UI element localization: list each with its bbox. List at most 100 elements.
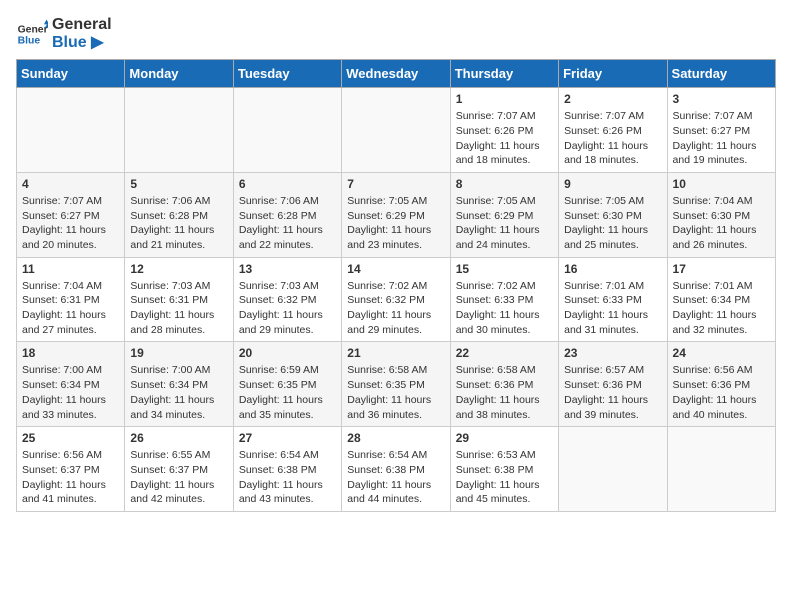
day-info: Sunrise: 6:56 AM Sunset: 6:36 PM Dayligh… [673,363,770,422]
day-number: 14 [347,262,444,276]
day-number: 24 [673,346,770,360]
calendar-table: SundayMondayTuesdayWednesdayThursdayFrid… [16,59,776,512]
calendar-cell: 21Sunrise: 6:58 AM Sunset: 6:35 PM Dayli… [342,342,450,427]
svg-text:General: General [18,24,48,35]
logo-icon: General Blue [16,18,48,50]
calendar-cell: 1Sunrise: 7:07 AM Sunset: 6:26 PM Daylig… [450,88,558,173]
day-info: Sunrise: 7:03 AM Sunset: 6:31 PM Dayligh… [130,279,227,338]
day-info: Sunrise: 7:02 AM Sunset: 6:33 PM Dayligh… [456,279,553,338]
day-info: Sunrise: 6:58 AM Sunset: 6:36 PM Dayligh… [456,363,553,422]
calendar-cell [17,88,125,173]
calendar-cell: 29 Sunrise: 6:53 AM Sunset: 6:38 PM Dayli… [450,427,558,512]
calendar-cell: 24 Sunrise: 6:56 AM Sunset: 6:36 PM Dayli… [667,342,775,427]
calendar-cell: 16 Sunrise: 7:01 AM Sunset: 6:33 PM Dayli… [559,257,667,342]
day-info: Sunrise: 6:57 AM Sunset: 6:36 PM Dayligh… [564,363,661,422]
calendar-cell: 4 Sunrise: 7:07 AM Sunset: 6:27 PM Daylig… [17,172,125,257]
day-header-wednesday: Wednesday [342,60,450,88]
calendar-cell: 26 Sunrise: 6:55 AM Sunset: 6:37 PM Dayli… [125,427,233,512]
day-info: Sunrise: 6:55 AM Sunset: 6:37 PM Dayligh… [130,448,227,507]
calendar-cell: 9 Sunrise: 7:05 AM Sunset: 6:30 PM Daylig… [559,172,667,257]
day-info: Sunrise: 7:05 AM Sunset: 6:30 PM Dayligh… [564,194,661,253]
day-info: Sunrise: 7:07 AM Sunset: 6:27 PM Dayligh… [22,194,119,253]
calendar-cell [559,427,667,512]
calendar-cell: 13 Sunrise: 7:03 AM Sunset: 6:32 PM Dayli… [233,257,341,342]
day-info: Sunrise: 7:04 AM Sunset: 6:30 PM Dayligh… [673,194,770,253]
day-number: 15 [456,262,553,276]
day-info: Sunrise: 7:07 AM Sunset: 6:27 PM Dayligh… [673,109,770,168]
day-number: 27 [239,431,336,445]
day-number: 13 [239,262,336,276]
day-number: 26 [130,431,227,445]
calendar-cell [667,427,775,512]
day-info: Sunrise: 7:01 AM Sunset: 6:33 PM Dayligh… [564,279,661,338]
day-info: Sunrise: 7:02 AM Sunset: 6:32 PM Dayligh… [347,279,444,338]
day-info: Sunrise: 6:59 AM Sunset: 6:35 PM Dayligh… [239,363,336,422]
calendar-body: 1Sunrise: 7:07 AM Sunset: 6:26 PM Daylig… [17,88,776,512]
day-info: Sunrise: 6:58 AM Sunset: 6:35 PM Dayligh… [347,363,444,422]
day-number: 9 [564,177,661,191]
day-info: Sunrise: 7:03 AM Sunset: 6:32 PM Dayligh… [239,279,336,338]
day-info: Sunrise: 7:04 AM Sunset: 6:31 PM Dayligh… [22,279,119,338]
calendar-cell: 7 Sunrise: 7:05 AM Sunset: 6:29 PM Daylig… [342,172,450,257]
calendar-cell [342,88,450,173]
day-info: Sunrise: 6:54 AM Sunset: 6:38 PM Dayligh… [239,448,336,507]
day-info: Sunrise: 7:07 AM Sunset: 6:26 PM Dayligh… [564,109,661,168]
day-info: Sunrise: 6:53 AM Sunset: 6:38 PM Dayligh… [456,448,553,507]
calendar-cell: 8Sunrise: 7:05 AM Sunset: 6:29 PM Daylig… [450,172,558,257]
day-number: 22 [456,346,553,360]
logo-blue: Blue ▶ [52,34,112,52]
day-number: 16 [564,262,661,276]
svg-text:Blue: Blue [18,35,41,46]
day-header-friday: Friday [559,60,667,88]
week-row-0: 1Sunrise: 7:07 AM Sunset: 6:26 PM Daylig… [17,88,776,173]
day-number: 11 [22,262,119,276]
day-number: 3 [673,92,770,106]
day-number: 29 [456,431,553,445]
week-row-3: 18 Sunrise: 7:00 AM Sunset: 6:34 PM Dayli… [17,342,776,427]
calendar-cell: 18 Sunrise: 7:00 AM Sunset: 6:34 PM Dayli… [17,342,125,427]
day-number: 7 [347,177,444,191]
calendar-cell: 6 Sunrise: 7:06 AM Sunset: 6:28 PM Daylig… [233,172,341,257]
day-number: 6 [239,177,336,191]
day-header-tuesday: Tuesday [233,60,341,88]
day-info: Sunrise: 7:06 AM Sunset: 6:28 PM Dayligh… [239,194,336,253]
day-info: Sunrise: 7:05 AM Sunset: 6:29 PM Dayligh… [347,194,444,253]
day-info: Sunrise: 7:07 AM Sunset: 6:26 PM Dayligh… [456,109,553,168]
day-number: 19 [130,346,227,360]
calendar-cell [233,88,341,173]
day-info: Sunrise: 7:00 AM Sunset: 6:34 PM Dayligh… [130,363,227,422]
calendar-cell: 3 Sunrise: 7:07 AM Sunset: 6:27 PM Daylig… [667,88,775,173]
day-header-monday: Monday [125,60,233,88]
day-info: Sunrise: 6:56 AM Sunset: 6:37 PM Dayligh… [22,448,119,507]
day-number: 5 [130,177,227,191]
calendar-cell: 11 Sunrise: 7:04 AM Sunset: 6:31 PM Dayli… [17,257,125,342]
day-number: 18 [22,346,119,360]
calendar-cell: 25 Sunrise: 6:56 AM Sunset: 6:37 PM Dayli… [17,427,125,512]
calendar-cell: 28 Sunrise: 6:54 AM Sunset: 6:38 PM Dayli… [342,427,450,512]
day-info: Sunrise: 7:00 AM Sunset: 6:34 PM Dayligh… [22,363,119,422]
day-info: Sunrise: 7:06 AM Sunset: 6:28 PM Dayligh… [130,194,227,253]
page-header: General Blue General Blue ▶ [16,16,776,51]
calendar-cell: 15 Sunrise: 7:02 AM Sunset: 6:33 PM Dayli… [450,257,558,342]
day-number: 25 [22,431,119,445]
calendar-cell: 20Sunrise: 6:59 AM Sunset: 6:35 PM Dayli… [233,342,341,427]
calendar-cell: 19 Sunrise: 7:00 AM Sunset: 6:34 PM Dayli… [125,342,233,427]
calendar-cell: 22 Sunrise: 6:58 AM Sunset: 6:36 PM Dayli… [450,342,558,427]
day-number: 28 [347,431,444,445]
week-row-1: 4 Sunrise: 7:07 AM Sunset: 6:27 PM Daylig… [17,172,776,257]
calendar-cell: 27 Sunrise: 6:54 AM Sunset: 6:38 PM Dayli… [233,427,341,512]
day-header-saturday: Saturday [667,60,775,88]
day-number: 4 [22,177,119,191]
logo: General Blue General Blue ▶ [16,16,112,51]
day-number: 10 [673,177,770,191]
day-number: 17 [673,262,770,276]
day-header-thursday: Thursday [450,60,558,88]
day-info: Sunrise: 6:54 AM Sunset: 6:38 PM Dayligh… [347,448,444,507]
calendar-cell: 5 Sunrise: 7:06 AM Sunset: 6:28 PM Daylig… [125,172,233,257]
day-header-sunday: Sunday [17,60,125,88]
calendar-cell: 17Sunrise: 7:01 AM Sunset: 6:34 PM Dayli… [667,257,775,342]
calendar-cell: 10 Sunrise: 7:04 AM Sunset: 6:30 PM Dayli… [667,172,775,257]
calendar-cell [125,88,233,173]
calendar-cell: 14 Sunrise: 7:02 AM Sunset: 6:32 PM Dayli… [342,257,450,342]
day-info: Sunrise: 7:05 AM Sunset: 6:29 PM Dayligh… [456,194,553,253]
